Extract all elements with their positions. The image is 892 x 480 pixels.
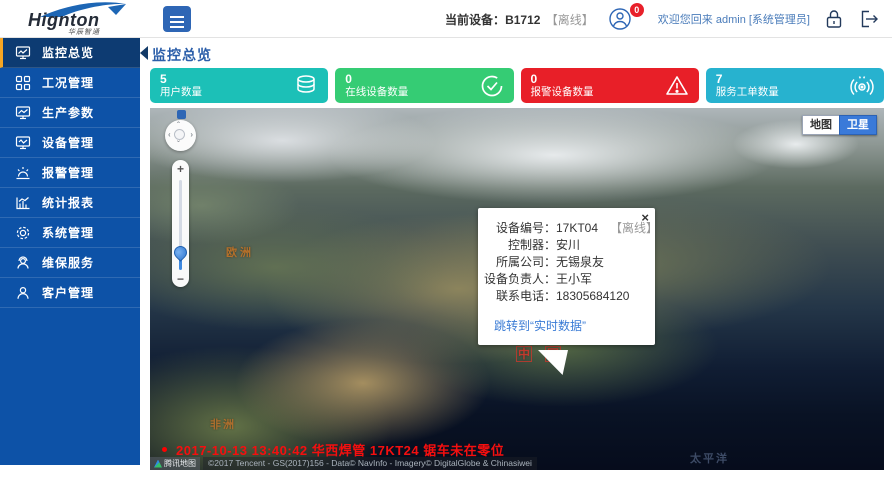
zoom-in-button[interactable]: + (172, 162, 189, 176)
popup-row-owner: 设备负责人：王小军 (484, 271, 645, 288)
geo-label-africa: 非洲 (210, 416, 236, 432)
monitor-overview-icon (15, 45, 31, 61)
pan-left-icon[interactable]: ‹ (168, 131, 171, 139)
device-info-popup: × 设备编号：17KT04【离线】 控制器：安川 所属公司：无锡泉友 设备负责人… (478, 208, 655, 345)
pegman-icon[interactable] (177, 110, 186, 119)
sidebar-item-work-condition[interactable]: 工况管理 (0, 68, 140, 98)
sidebar-item-production-params[interactable]: 生产参数 (0, 98, 140, 128)
map-canvas[interactable]: ˆ ˇ ‹ › + − 地图 卫星 欧洲 非洲 中 国 太平洋 (150, 108, 884, 470)
sidebar: 监控总览 工况管理 生产参数 设备管理 报警管理 统计报表 系统管理 维保服务 (0, 38, 140, 465)
map-attribution: 腾讯地图 ©2017 Tencent - GS(2017)156 - Data©… (150, 457, 537, 470)
sidebar-item-device-management[interactable]: 设备管理 (0, 128, 140, 158)
sidebar-item-alarm-management[interactable]: 报警管理 (0, 158, 140, 188)
pan-right-icon[interactable]: › (190, 131, 193, 139)
popup-row-device-id: 设备编号：17KT04【离线】 (484, 220, 645, 237)
page: Hignton 华辰智通 当前设备：B1712 【离线】 0 欢迎您回来 adm… (0, 0, 892, 480)
broadcast-icon (849, 73, 875, 99)
stats-chart-icon (15, 195, 31, 211)
current-device: 当前设备：B1712 【离线】 (445, 11, 594, 28)
stat-cards: 5 用户数量 0 在线设备数量 0 报警设备数量 7 服务工单数量 (150, 68, 884, 103)
popup-tail (538, 350, 568, 375)
notification-badge[interactable]: 0 (630, 3, 644, 17)
map-type-map-button[interactable]: 地图 (802, 115, 839, 135)
alert-dot-icon (162, 447, 167, 452)
sidebar-item-system-management[interactable]: 系统管理 (0, 218, 140, 248)
current-device-value: B1712 (505, 13, 540, 27)
map-provider-logo[interactable]: 腾讯地图 (150, 457, 200, 470)
brand-logo: Hignton 华辰智通 (10, 1, 150, 37)
geo-label-europe: 欧洲 (226, 244, 254, 260)
menu-icon (170, 16, 184, 28)
map-pan-control[interactable]: ˆ ˇ ‹ › (165, 120, 196, 151)
gear-icon (15, 225, 31, 241)
user-menu[interactable]: 0 (608, 7, 644, 31)
popup-row-company: 所属公司：无锡泉友 (484, 254, 645, 271)
current-device-status: 【离线】 (546, 13, 594, 27)
pan-center[interactable] (174, 129, 185, 140)
tencent-map-icon (154, 460, 162, 468)
page-title: 监控总览 (152, 45, 212, 65)
sidebar-item-customer-management[interactable]: 客户管理 (0, 278, 140, 308)
stat-card-users[interactable]: 5 用户数量 (150, 68, 328, 103)
pan-down-icon[interactable]: ˇ (177, 141, 180, 149)
current-device-label: 当前设备： (445, 13, 505, 27)
username: admin [系统管理员] (716, 14, 810, 26)
main-content: 监控总览 5 用户数量 0 在线设备数量 0 报警设备数量 7 服务工单数量 (150, 38, 884, 480)
popup-row-controller: 控制器：安川 (484, 237, 645, 254)
warning-triangle-icon (664, 73, 690, 99)
top-header: Hignton 华辰智通 当前设备：B1712 【离线】 0 欢迎您回来 adm… (0, 0, 892, 38)
welcome-text: 欢迎您回来 admin [系统管理员] (658, 11, 810, 27)
attribution-text: ©2017 Tencent - GS(2017)156 - Data© NavI… (203, 457, 537, 470)
sidebar-item-stats-report[interactable]: 统计报表 (0, 188, 140, 218)
sidebar-item-maintenance-service[interactable]: 维保服务 (0, 248, 140, 278)
sidebar-item-monitor-overview[interactable]: 监控总览 (0, 38, 140, 68)
stat-card-alarm-devices[interactable]: 0 报警设备数量 (521, 68, 699, 103)
customer-person-icon (15, 285, 31, 301)
header-right: 当前设备：B1712 【离线】 0 欢迎您回来 admin [系统管理员] (445, 0, 880, 38)
popup-row-phone: 联系电话：18305684120 (484, 288, 645, 305)
geo-label-pacific: 太平洋 (690, 450, 729, 466)
popup-close-icon[interactable]: × (641, 211, 649, 224)
lock-icon[interactable] (824, 8, 844, 30)
maintenance-support-icon (15, 255, 31, 271)
work-condition-grid-icon (15, 75, 31, 91)
sidebar-toggle-button[interactable] (163, 6, 191, 32)
alarm-icon (15, 165, 31, 181)
map-zoom-control: + − (172, 160, 189, 287)
zoom-slider-knob[interactable] (171, 243, 189, 261)
stat-card-online-devices[interactable]: 0 在线设备数量 (335, 68, 513, 103)
user-circle-icon (608, 7, 632, 31)
logout-icon[interactable] (858, 8, 880, 30)
database-icon (293, 73, 319, 99)
map-type-satellite-button[interactable]: 卫星 (839, 115, 877, 135)
stat-card-service-orders[interactable]: 7 服务工单数量 (706, 68, 884, 103)
production-params-icon (15, 105, 31, 121)
map-type-toggle: 地图 卫星 (802, 115, 877, 135)
device-management-icon (15, 135, 31, 151)
logo-subtitle: 华辰智通 (68, 27, 100, 37)
realtime-data-link[interactable]: 跳转到“实时数据” (494, 317, 586, 334)
check-circle-icon (479, 73, 505, 99)
zoom-out-button[interactable]: − (172, 272, 189, 286)
